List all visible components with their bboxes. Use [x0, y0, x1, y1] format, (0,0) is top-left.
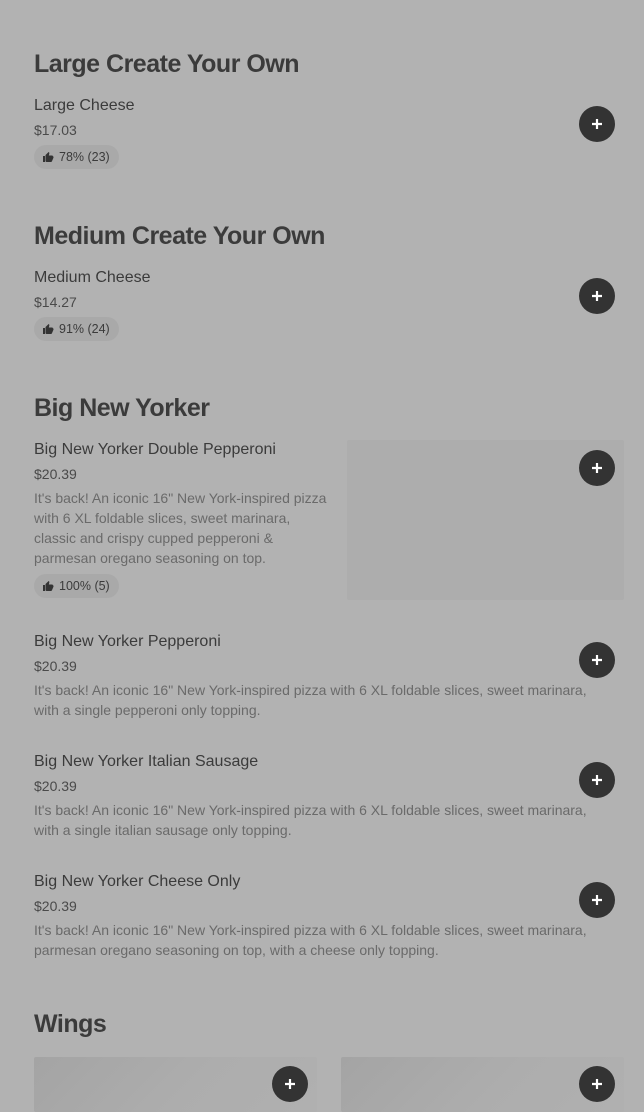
add-big-new-yorker-italian-sausage-button[interactable]: [579, 762, 615, 798]
item-price: $20.39: [34, 466, 77, 482]
item-price: $20.39: [34, 898, 77, 914]
plus-icon: [592, 291, 602, 301]
thumbs-up-icon: [43, 581, 54, 591]
thumbs-up-icon: [43, 152, 54, 162]
add-wings-item-2-button[interactable]: [579, 1066, 615, 1102]
rating-text: 100% (5): [59, 579, 110, 593]
add-big-new-yorker-pepperoni-button[interactable]: [579, 642, 615, 678]
rating-badge: 78% (23): [34, 145, 119, 169]
thumbs-up-icon: [43, 324, 54, 334]
rating-badge: 91% (24): [34, 317, 119, 341]
menu-item-big-new-yorker-double-pepperoni[interactable]: Big New Yorker Double Pepperoni $20.39 I…: [34, 440, 334, 598]
add-big-new-yorker-double-pepperoni-button[interactable]: [579, 450, 615, 486]
item-name: Large Cheese: [34, 97, 135, 114]
item-description: It's back! An iconic 16" New York-inspir…: [34, 682, 587, 718]
plus-icon: [285, 1079, 295, 1089]
item-price: $14.27: [34, 294, 77, 310]
section-title-big-new-yorker: Big New Yorker: [34, 394, 210, 422]
plus-icon: [592, 119, 602, 129]
section-title-medium-create-your-own: Medium Create Your Own: [34, 222, 325, 250]
menu-item-big-new-yorker-cheese-only[interactable]: Big New Yorker Cheese Only $20.39 It's b…: [34, 872, 604, 960]
item-description: It's back! An iconic 16" New York-inspir…: [34, 802, 587, 838]
menu-item-big-new-yorker-pepperoni[interactable]: Big New Yorker Pepperoni $20.39 It's bac…: [34, 632, 604, 720]
section-title-large-create-your-own: Large Create Your Own: [34, 50, 300, 78]
plus-icon: [592, 895, 602, 905]
menu-item-big-new-yorker-italian-sausage[interactable]: Big New Yorker Italian Sausage $20.39 It…: [34, 752, 604, 840]
plus-icon: [592, 1079, 602, 1089]
rating-text: 78% (23): [59, 150, 110, 164]
item-name: Big New Yorker Pepperoni: [34, 633, 221, 650]
add-large-cheese-button[interactable]: [579, 106, 615, 142]
plus-icon: [592, 463, 602, 473]
item-price: $17.03: [34, 122, 77, 138]
item-name: Medium Cheese: [34, 269, 151, 286]
item-name: Big New Yorker Double Pepperoni: [34, 441, 276, 458]
rating-badge: 100% (5): [34, 574, 119, 598]
add-medium-cheese-button[interactable]: [579, 278, 615, 314]
plus-icon: [592, 775, 602, 785]
item-description: It's back! An iconic 16" New York-inspir…: [34, 490, 327, 566]
menu-item-large-cheese[interactable]: Large Cheese $17.03 78% (23): [34, 96, 554, 169]
item-price: $20.39: [34, 778, 77, 794]
plus-icon: [592, 655, 602, 665]
menu-item-medium-cheese[interactable]: Medium Cheese $14.27 91% (24): [34, 268, 554, 341]
rating-text: 91% (24): [59, 322, 110, 336]
item-price: $20.39: [34, 658, 77, 674]
section-title-wings: Wings: [34, 1010, 107, 1038]
item-name: Big New Yorker Cheese Only: [34, 873, 241, 890]
item-name: Big New Yorker Italian Sausage: [34, 753, 259, 770]
add-wings-item-1-button[interactable]: [272, 1066, 308, 1102]
add-big-new-yorker-cheese-only-button[interactable]: [579, 882, 615, 918]
item-description: It's back! An iconic 16" New York-inspir…: [34, 922, 587, 958]
